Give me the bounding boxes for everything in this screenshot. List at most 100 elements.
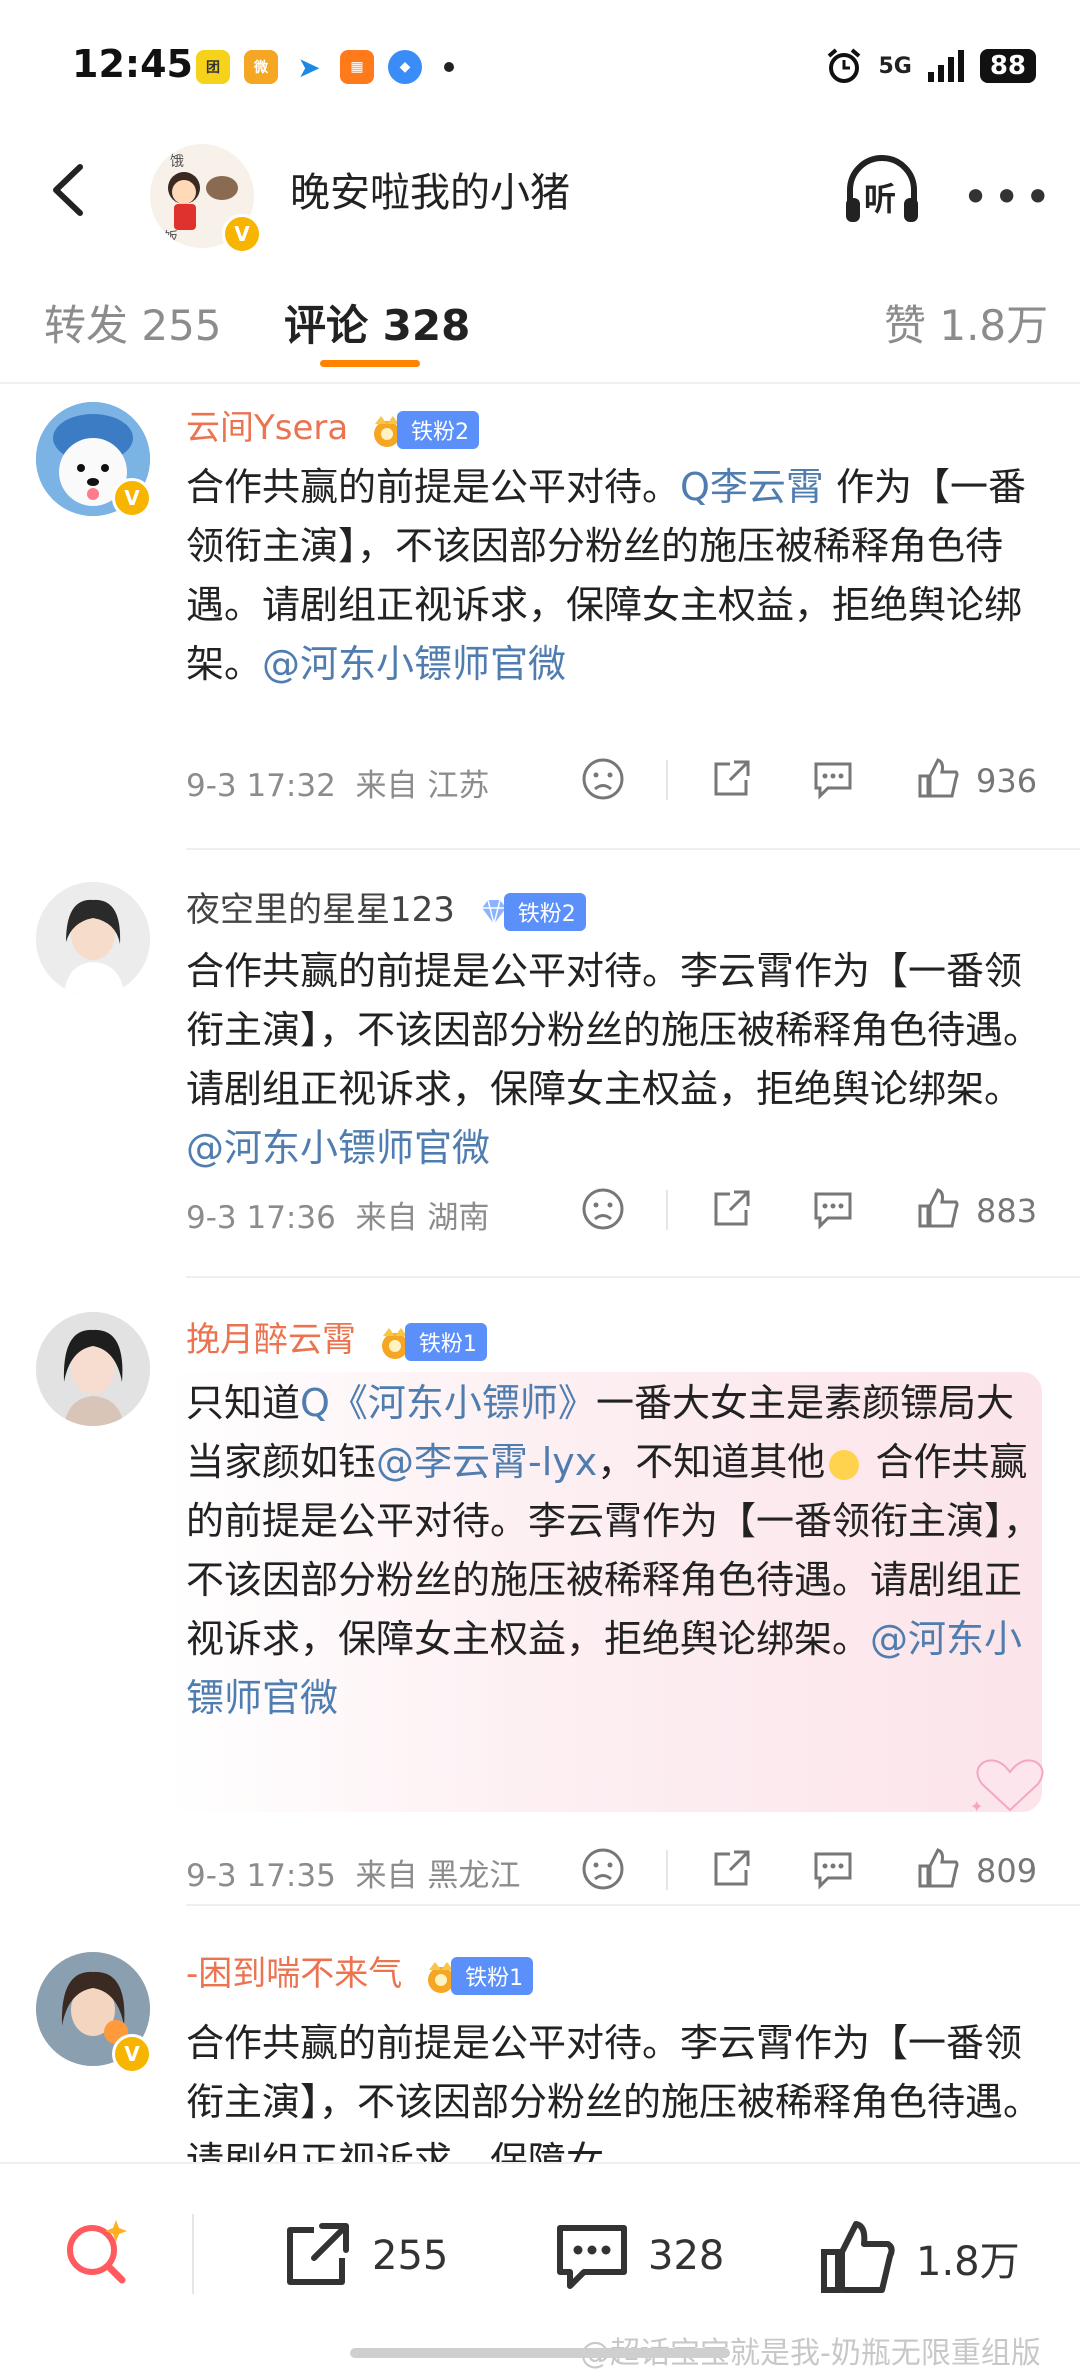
weibo-icon: 微	[244, 50, 278, 84]
comment-button[interactable]: 328	[554, 2218, 724, 2294]
reply-icon[interactable]	[810, 756, 856, 802]
comment-item: V 云间Ysera 铁粉2 合作共赢的前提是公平对待。Q李云霄 作为【一番领衔主…	[0, 382, 1080, 852]
comment-divider	[186, 848, 1080, 850]
commenter-avatar[interactable]	[36, 1312, 150, 1426]
app-notification-icon: 团	[196, 50, 230, 84]
comment-text: 合作共赢的前提是公平对待。李云霄作为【一番领衔主演】，不该因部分粉丝的施压被稀释…	[186, 942, 1046, 1178]
comment-icon	[557, 2225, 627, 2289]
more-notifications-dot	[444, 62, 454, 72]
comment-text-part: 合作共赢的前提是公平对待。李云霄作为【一番领衔主演】，不该因部分粉丝的施压被稀释…	[186, 2021, 1042, 2162]
commenter-name[interactable]: 云间Ysera 铁粉2	[186, 400, 480, 449]
commenter-avatar[interactable]	[36, 882, 150, 996]
share-icon[interactable]	[708, 1186, 754, 1232]
fan-badge: 铁粉2	[474, 892, 586, 931]
active-tab-indicator	[320, 360, 420, 367]
svg-text:✦: ✦	[970, 1797, 983, 1816]
status-right: 5G 88	[824, 46, 1036, 86]
more-options-icon[interactable]: •••	[962, 170, 1055, 224]
mention-link[interactable]: @河东小镖师官微	[186, 1126, 490, 1170]
verified-badge: V	[112, 2034, 152, 2074]
like-count: 883	[976, 1192, 1038, 1230]
comment-text-part: 只知道	[186, 1381, 301, 1425]
commenter-name[interactable]: 夜空里的星星123 铁粉2	[186, 882, 586, 931]
post-header: 饿 饭 V 晚安啦我的小猪 听 •••	[0, 130, 1080, 254]
topic-link[interactable]: Q《河东小镖师》	[300, 1381, 596, 1425]
like-total: 1.8万	[916, 2239, 1020, 2285]
alarm-icon	[828, 48, 861, 83]
tab-comments[interactable]: 评论 328	[284, 292, 470, 353]
mention-link[interactable]: @李云霄-lyx	[376, 1440, 597, 1484]
action-divider	[666, 1850, 668, 1890]
repost-button[interactable]: 255	[278, 2218, 448, 2294]
commenter-name-text: -困到喘不来气	[186, 1954, 403, 1994]
commenter-name[interactable]: 挽月醉云霄 铁粉1	[186, 1312, 487, 1361]
blue-app-icon: ◆	[388, 50, 422, 84]
dislike-icon[interactable]	[580, 1186, 626, 1232]
comment-text-part: 合作共赢的前提是公平对待。李云霄作为【一番领衔主演】，不该因部分粉丝的施压被稀释…	[186, 949, 1042, 1111]
comment-text-part: 合作共赢的前提是公平对待。	[186, 465, 681, 509]
interaction-tabs: 转发 255 评论 328 赞 1.8万	[0, 250, 1080, 384]
verified-badge: V	[112, 478, 152, 518]
listen-button[interactable]: 听	[840, 150, 924, 234]
dislike-icon[interactable]	[580, 756, 626, 802]
back-arrow-icon[interactable]	[40, 155, 100, 225]
comment-meta: 9-3 17:36 来自 湖南	[186, 1192, 489, 1237]
fan-level-label: 铁粉2	[397, 410, 480, 449]
fan-level-label: 铁粉2	[503, 892, 586, 931]
action-divider	[666, 1190, 668, 1230]
home-indicator[interactable]	[350, 2348, 730, 2358]
like-icon[interactable]	[916, 1846, 962, 1892]
comment-time: 9-3 17:36	[186, 1200, 336, 1236]
comment-text: 只知道Q《河东小镖师》一番大女主是素颜镖局大当家颜如钰@李云霄-lyx，不知道其…	[186, 1374, 1046, 1728]
share-icon[interactable]	[708, 756, 754, 802]
svg-text:饭: 饭	[164, 230, 178, 246]
comment-text-part: ，不知道其他	[597, 1440, 826, 1484]
comment-divider	[186, 1904, 1080, 1906]
mention-link[interactable]: @河东小镖师官微	[262, 642, 566, 686]
comment-count: 328	[648, 2233, 725, 2279]
commenter-name[interactable]: -困到喘不来气 铁粉1	[186, 1946, 534, 1995]
repost-count: 255	[372, 2233, 449, 2279]
signal-icon	[927, 50, 964, 82]
reply-icon[interactable]	[810, 1186, 856, 1232]
svg-text:饿: 饿	[170, 154, 184, 170]
share-icon[interactable]	[708, 1846, 754, 1892]
topic-link[interactable]: Q李云霄	[680, 465, 824, 509]
fan-badge: 铁粉2	[367, 410, 480, 449]
repost-icon	[287, 2223, 349, 2285]
fan-badge: 铁粉1	[375, 1322, 487, 1361]
thumbs-up-icon	[821, 2221, 895, 2293]
dislike-icon[interactable]	[580, 1846, 626, 1892]
comment-location: 来自 黑龙江	[355, 1858, 521, 1894]
fan-level-label: 铁粉1	[404, 1322, 487, 1361]
commenter-name-text: 云间Ysera	[186, 408, 349, 448]
arrow-app-icon: ➤	[292, 50, 326, 84]
tab-reposts[interactable]: 转发 255	[44, 292, 222, 353]
like-icon[interactable]	[916, 1186, 962, 1232]
tab-likes[interactable]: 赞 1.8万	[884, 292, 1048, 353]
comment-text: 合作共赢的前提是公平对待。李云霄作为【一番领衔主演】，不该因部分粉丝的施压被稀释…	[186, 2014, 1046, 2162]
comment-text: 合作共赢的前提是公平对待。Q李云霄 作为【一番领衔主演】，不该因部分粉丝的施压被…	[186, 458, 1046, 694]
like-button[interactable]: 1.8万	[818, 2218, 1020, 2298]
like-icon[interactable]	[916, 756, 962, 802]
like-count: 936	[976, 762, 1038, 800]
emoji-icon	[829, 1449, 860, 1480]
comment-time: 9-3 17:35	[186, 1858, 336, 1894]
author-name[interactable]: 晚安啦我的小猪	[290, 160, 570, 218]
comment-divider	[186, 1276, 1080, 1278]
bottom-divider	[192, 2214, 194, 2294]
fan-badge: 铁粉1	[421, 1956, 534, 1995]
comment-item: ✦ 挽月醉云霄 铁粉1 只知道Q《河东小镖师》一番大女主是素颜镖局大当家颜如钰@…	[0, 1280, 1080, 1910]
action-divider	[666, 760, 668, 800]
commenter-name-text: 挽月醉云霄	[186, 1320, 356, 1360]
comment-meta: 9-3 17:32 来自 江苏	[186, 760, 489, 805]
listen-label: 听	[864, 180, 897, 218]
comment-time: 9-3 17:32	[186, 768, 336, 804]
commenter-name-text: 夜空里的星星123	[186, 890, 455, 930]
comment-actions: 809	[580, 1846, 1050, 1898]
author-verified-badge: V	[222, 214, 262, 254]
search-button[interactable]	[58, 2210, 138, 2290]
comment-meta: 9-3 17:35 来自 黑龙江	[186, 1850, 520, 1895]
status-time: 12:45	[72, 42, 193, 86]
reply-icon[interactable]	[810, 1846, 856, 1892]
